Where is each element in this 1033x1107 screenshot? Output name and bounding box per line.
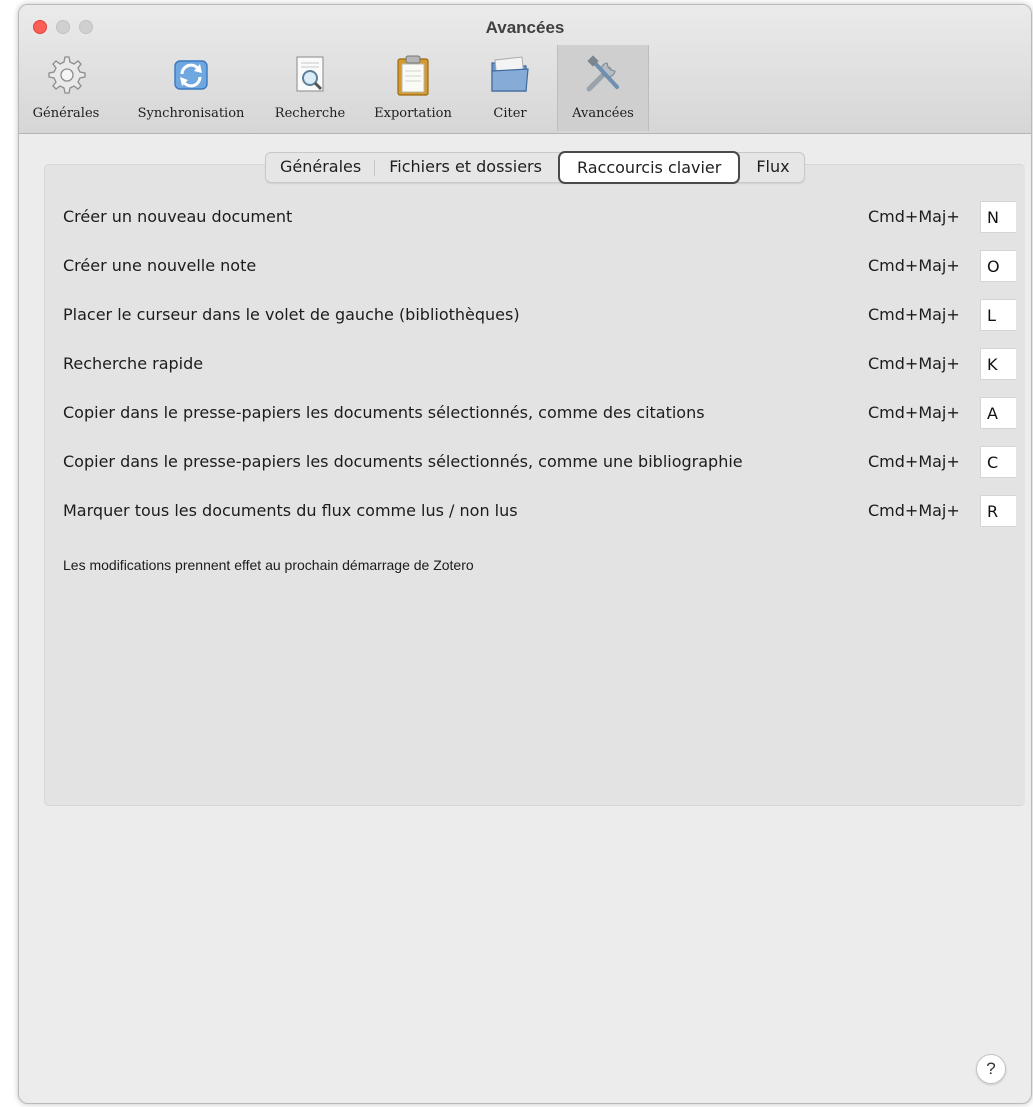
toolbar-label: Synchronisation [137,106,245,121]
toolbar-label: Citer [493,106,527,121]
shortcut-modifier: Cmd+Maj+ [868,403,960,422]
toolbar-item-citer[interactable]: Citer [475,49,545,129]
shortcut-modifier: Cmd+Maj+ [868,501,960,520]
search-document-icon [288,53,332,97]
toolbar-item-recherche[interactable]: Recherche [267,49,353,129]
title-bar: Avancées Générales Synchronisation Reche… [19,5,1031,134]
shortcut-key-field[interactable]: K [980,348,1016,380]
shortcut-modifier: Cmd+Maj+ [868,256,960,275]
shortcut-row: Créer une nouvelle note Cmd+Maj+ O [63,250,1031,284]
shortcut-key-field[interactable]: O [980,250,1016,282]
toolbar-item-exportation[interactable]: Exportation [363,49,463,129]
shortcut-row: Copier dans le presse-papiers les docume… [63,397,1031,431]
shortcut-row: Créer un nouveau document Cmd+Maj+ N [63,201,1031,235]
shortcut-key-field[interactable]: R [980,495,1016,527]
shortcut-label: Copier dans le presse-papiers les docume… [63,452,743,471]
shortcut-label: Recherche rapide [63,354,204,373]
toolbar-label: Générales [32,106,100,121]
shortcut-modifier: Cmd+Maj+ [868,207,960,226]
toolbar-label: Avancées [572,106,634,121]
tab-fichiers-et-dossiers[interactable]: Fichiers et dossiers [375,153,556,182]
window-title: Avancées [485,18,565,37]
shortcut-key-field[interactable]: L [980,299,1016,331]
toolbar-item-generales[interactable]: Générales [19,49,113,129]
tab-raccourcis-clavier[interactable]: Raccourcis clavier [557,151,741,184]
shortcut-row: Copier dans le presse-papiers les docume… [63,446,1031,480]
folder-icon [488,53,532,97]
tab-generales[interactable]: Générales [266,153,376,182]
help-button[interactable]: ? [976,1054,1006,1084]
toolbar-label: Recherche [274,106,346,121]
tab-flux[interactable]: Flux [742,153,803,182]
shortcut-label: Copier dans le presse-papiers les docume… [63,403,705,422]
tools-icon [581,53,625,97]
restart-note: Les modifications prennent effet au proc… [63,557,474,573]
gear-icon [44,53,88,97]
shortcut-modifier: Cmd+Maj+ [868,452,960,471]
toolbar-item-avancees[interactable]: Avancées [557,45,649,131]
toolbar-label: Exportation [374,106,452,121]
advanced-tabs: Générales Fichiers et dossiers Raccourci… [265,151,805,184]
shortcut-row: Recherche rapide Cmd+Maj+ K [63,348,1031,382]
shortcut-label: Créer une nouvelle note [63,256,257,275]
clipboard-icon [391,53,435,97]
shortcut-key-field[interactable]: C [980,446,1016,478]
preferences-window: Avancées Générales Synchronisation Reche… [18,4,1032,1104]
sync-icon [169,53,213,97]
shortcut-row: Placer le curseur dans le volet de gauch… [63,299,1031,333]
shortcut-modifier: Cmd+Maj+ [868,305,960,324]
shortcut-label: Marquer tous les documents du flux comme… [63,501,518,520]
shortcut-row: Marquer tous les documents du flux comme… [63,495,1031,529]
toolbar-item-synchronisation[interactable]: Synchronisation [123,49,259,129]
shortcut-modifier: Cmd+Maj+ [868,354,960,373]
shortcut-key-field[interactable]: N [980,201,1016,233]
shortcut-key-field[interactable]: A [980,397,1016,429]
shortcut-label: Placer le curseur dans le volet de gauch… [63,305,520,324]
shortcut-label: Créer un nouveau document [63,207,293,226]
